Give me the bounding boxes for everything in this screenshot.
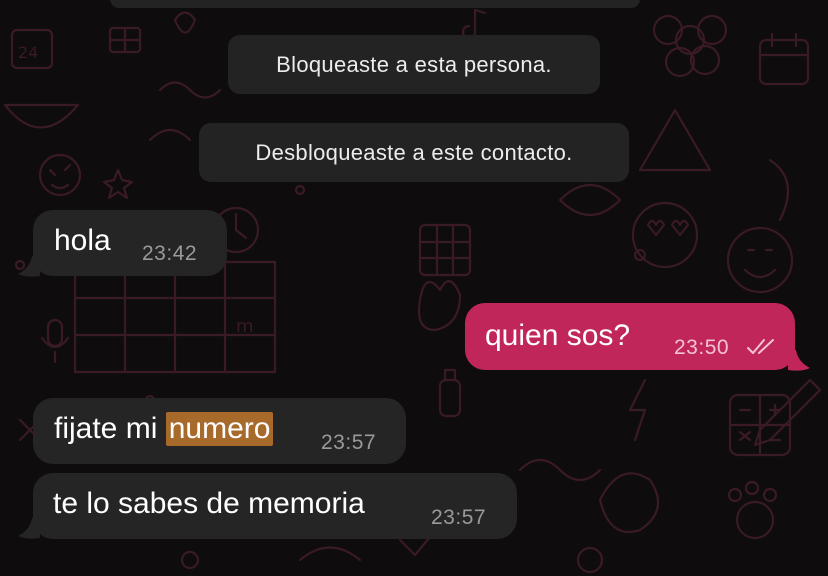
svg-text:24: 24 bbox=[18, 43, 38, 62]
message-bubble-incoming[interactable]: fijate mi numero 23:57 bbox=[33, 398, 406, 464]
message-text: fijate mi numero bbox=[54, 412, 274, 446]
message-timestamp: 23:42 bbox=[142, 242, 198, 265]
chat-view[interactable]: 24 m Bloqueaste a esta persona. Desbloqu… bbox=[0, 0, 828, 576]
previous-message-edge bbox=[110, 0, 640, 8]
message-text-part: fijate mi bbox=[54, 412, 166, 445]
message-text: quien sos? bbox=[485, 319, 631, 352]
system-message-text: Desbloqueaste a este contacto. bbox=[255, 139, 573, 165]
system-message-text: Bloqueaste a esta persona. bbox=[276, 51, 552, 77]
message-timestamp: 23:57 bbox=[321, 431, 377, 454]
message-timestamp: 23:57 bbox=[431, 506, 487, 529]
svg-text:m: m bbox=[236, 316, 254, 337]
message-timestamp: 23:50 bbox=[674, 336, 730, 359]
system-message-blocked: Bloqueaste a esta persona. bbox=[228, 35, 600, 94]
message-text: hola bbox=[54, 224, 111, 257]
message-bubble-outgoing[interactable]: quien sos? 23:50 bbox=[465, 303, 795, 370]
message-text: te lo sabes de memoria bbox=[53, 487, 365, 520]
double-check-icon bbox=[747, 339, 774, 354]
message-bubble-incoming[interactable]: te lo sabes de memoria 23:57 bbox=[33, 473, 517, 539]
search-highlight: numero bbox=[165, 412, 274, 446]
message-bubble-incoming[interactable]: hola 23:42 bbox=[33, 210, 227, 276]
system-message-unblocked: Desbloqueaste a este contacto. bbox=[199, 123, 629, 182]
